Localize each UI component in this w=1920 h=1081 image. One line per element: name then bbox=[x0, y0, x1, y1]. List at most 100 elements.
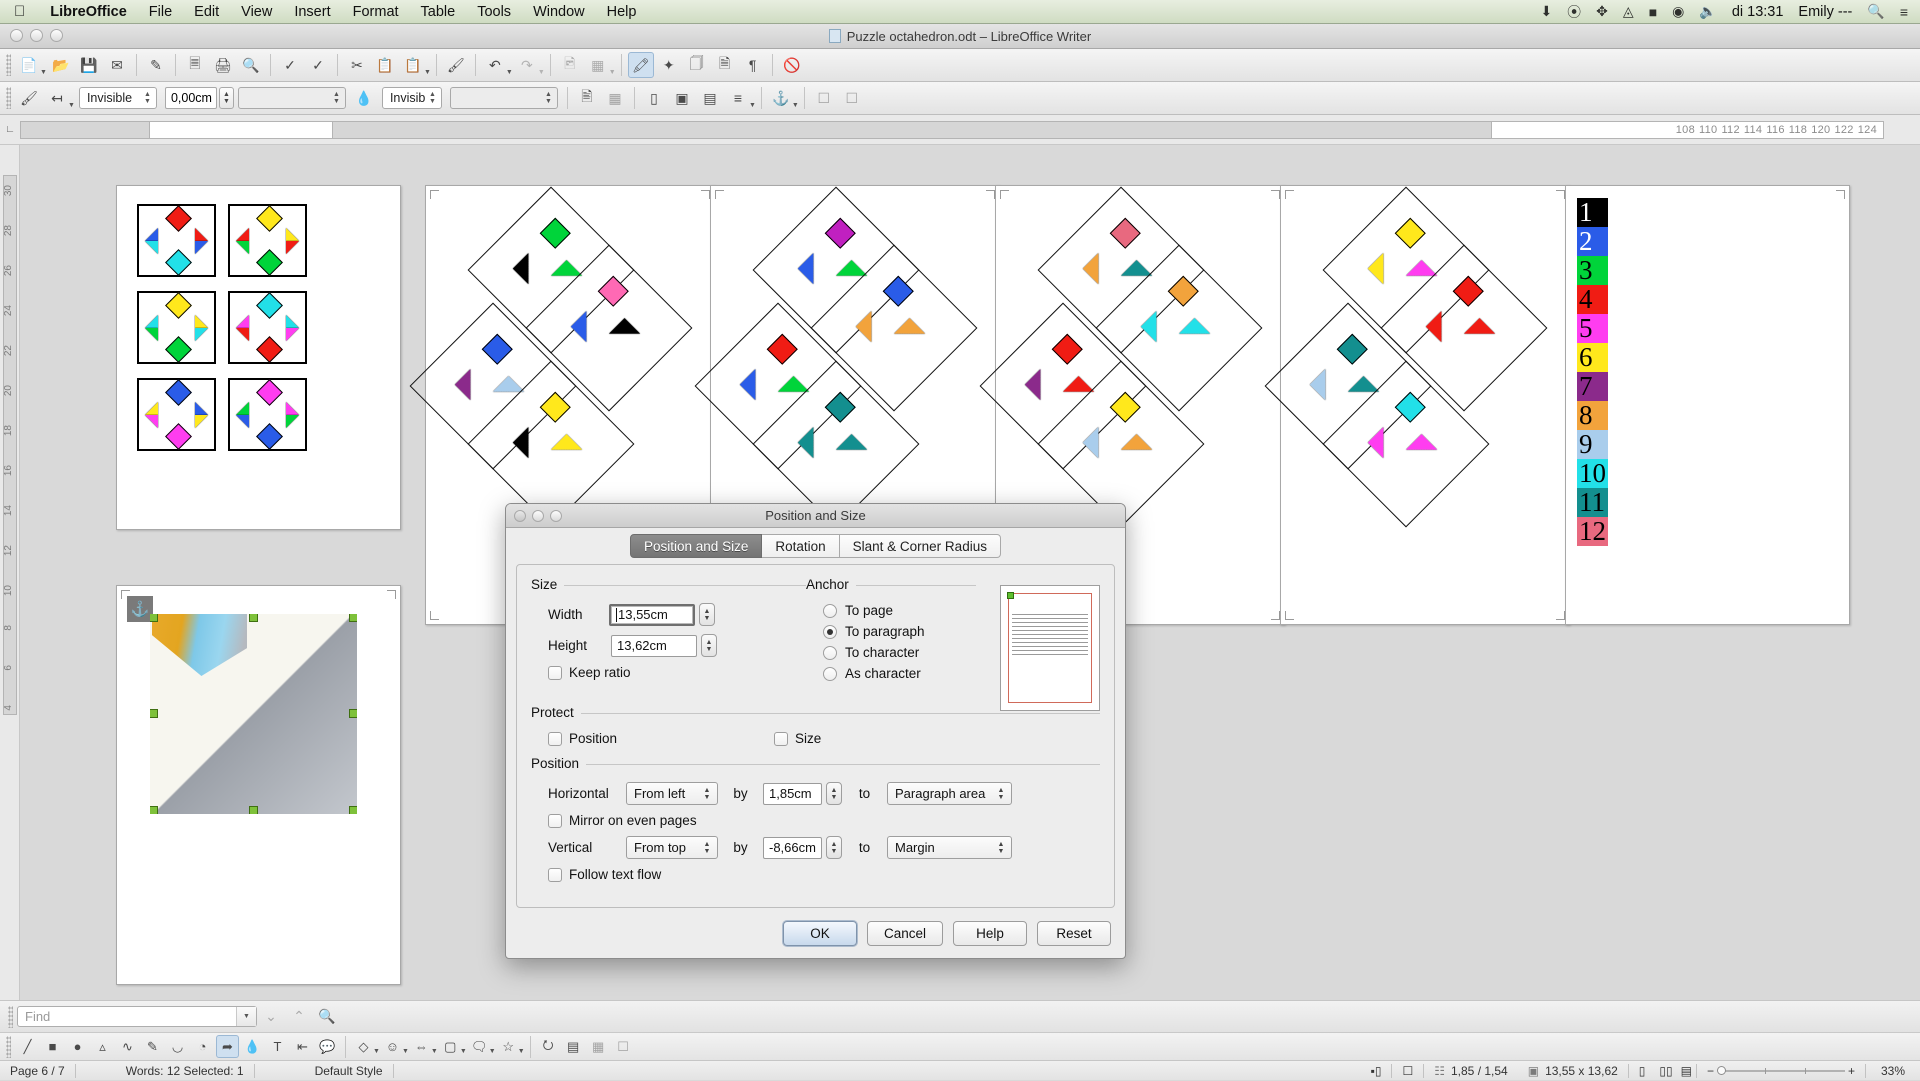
find-previous-icon[interactable]: ⌃ bbox=[286, 1004, 312, 1030]
insert-field-icon[interactable]: 🗍 bbox=[684, 52, 710, 78]
menu-tools[interactable]: Tools bbox=[466, 0, 522, 24]
print-preview-icon[interactable]: 🔍 bbox=[238, 52, 264, 78]
find-history-dropdown-icon[interactable]: ▼ bbox=[236, 1007, 256, 1026]
open-document-icon[interactable]: 📂 bbox=[48, 52, 74, 78]
vertical-by-stepper[interactable]: ▲ ▼ bbox=[826, 836, 842, 859]
search-icon[interactable]: 🔍 bbox=[1867, 3, 1884, 20]
insert-image-icon[interactable]: 🖻 bbox=[557, 52, 583, 78]
arrow-style-icon[interactable]: ↤ bbox=[44, 85, 70, 111]
battery-icon[interactable]: ■ bbox=[1649, 4, 1657, 20]
shadow-icon[interactable]: ▦ bbox=[602, 85, 628, 111]
symbol-shapes-icon[interactable]: ☺ bbox=[381, 1035, 404, 1058]
line-color-combo[interactable]: ▲ ▼ bbox=[237, 87, 346, 109]
find-input[interactable]: Find ▼ bbox=[17, 1006, 257, 1027]
status-size[interactable]: ▣ 13,55 x 13,62 bbox=[1518, 1061, 1628, 1081]
document-page-numbers[interactable]: 1 2 3 4 5 6 7 8 9 10 11 12 bbox=[1565, 185, 1850, 625]
bluetooth-icon[interactable]: ✥ bbox=[1596, 3, 1608, 20]
horizontal-ruler[interactable]: 108 110 112 114 116 118 120 122 124 bbox=[20, 120, 1884, 139]
tab-position-and-size[interactable]: Position and Size bbox=[630, 534, 763, 558]
resize-handle-sw[interactable] bbox=[150, 806, 158, 814]
menu-view[interactable]: View bbox=[230, 0, 283, 24]
align-icon[interactable]: ≡ bbox=[725, 85, 751, 111]
vertical-to-select-arrows[interactable]: ▲ ▼ bbox=[994, 841, 1008, 855]
new-document-icon[interactable]: 📄 bbox=[16, 52, 42, 78]
clone-formatting-icon[interactable]: 🖌 bbox=[443, 52, 469, 78]
toolbar-grip[interactable] bbox=[6, 1035, 11, 1058]
document-page-photo[interactable]: ⚓ bbox=[116, 585, 401, 985]
find-next-icon[interactable]: ⌄ bbox=[258, 1004, 284, 1030]
wrap-off-icon[interactable]: ▯ bbox=[641, 85, 667, 111]
area-style-stepper[interactable]: ▲ ▼ bbox=[426, 88, 439, 108]
horizontal-to-select[interactable]: Paragraph area ▲ ▼ bbox=[887, 782, 1012, 805]
height-input[interactable]: 13,62cm bbox=[611, 634, 697, 657]
vertical-by-input[interactable]: -8,66cm bbox=[763, 836, 822, 859]
horizontal-to-select-arrows[interactable]: ▲ ▼ bbox=[994, 787, 1008, 801]
cut-icon[interactable]: ✂ bbox=[344, 52, 370, 78]
menu-insert[interactable]: Insert bbox=[283, 0, 341, 24]
alignment-icon[interactable]: ▤ bbox=[562, 1035, 585, 1058]
document-modified-icon[interactable]: ☐ bbox=[1392, 1061, 1423, 1081]
puzzle-card[interactable] bbox=[228, 204, 307, 277]
resize-handle-ne[interactable] bbox=[349, 614, 357, 622]
horizontal-select[interactable]: From left ▲ ▼ bbox=[626, 782, 718, 805]
dialog-close-button[interactable] bbox=[514, 510, 526, 522]
menu-libreoffice[interactable]: LibreOffice bbox=[39, 0, 138, 24]
selected-image[interactable] bbox=[150, 614, 357, 814]
show-draw-functions-icon[interactable]: 🖍 bbox=[627, 52, 654, 78]
minimize-button[interactable] bbox=[30, 29, 43, 42]
list-icon[interactable]: ≡ bbox=[1900, 4, 1908, 20]
menu-clock[interactable]: di 13:31 bbox=[1732, 4, 1784, 20]
height-stepper[interactable]: ▲ ▼ bbox=[701, 634, 717, 657]
resize-handle-w[interactable] bbox=[150, 709, 158, 718]
status-position[interactable]: ☷ 1,85 / 1,54 bbox=[1424, 1061, 1517, 1081]
paste-icon[interactable]: 📋 bbox=[400, 52, 426, 78]
freeform-line-tool-icon[interactable]: ✎ bbox=[141, 1035, 164, 1058]
block-arrows-icon[interactable]: ⇔ bbox=[410, 1035, 433, 1058]
line-tool-icon[interactable]: ╱ bbox=[16, 1035, 39, 1058]
protect-position-checkbox[interactable] bbox=[548, 731, 562, 746]
help-icon[interactable]: 🚫 bbox=[779, 52, 805, 78]
reset-button[interactable]: Reset bbox=[1037, 921, 1111, 946]
clock-icon[interactable]: ◉ bbox=[1672, 3, 1684, 20]
tab-rotation[interactable]: Rotation bbox=[762, 534, 840, 558]
vertical-select-arrows[interactable]: ▲ ▼ bbox=[700, 841, 714, 855]
menu-table[interactable]: Table bbox=[410, 0, 467, 24]
dialog-window-controls[interactable] bbox=[514, 510, 562, 522]
ruler-corner-icon[interactable]: ∟ bbox=[0, 115, 20, 145]
toolbar-grip[interactable] bbox=[6, 87, 11, 109]
callout-tool-icon[interactable]: 💬 bbox=[316, 1035, 339, 1058]
vertical-text-icon[interactable]: ⇤ bbox=[291, 1035, 314, 1058]
puzzle-card[interactable] bbox=[228, 378, 307, 451]
horizontal-select-arrows[interactable]: ▲ ▼ bbox=[700, 787, 714, 801]
window-controls[interactable] bbox=[10, 29, 63, 42]
anchor-to-character-radio[interactable] bbox=[823, 645, 837, 660]
export-pdf-icon[interactable]: 🗏 bbox=[182, 52, 208, 78]
polygon-tool-icon[interactable]: ▵ bbox=[91, 1035, 114, 1058]
menu-help[interactable]: Help bbox=[596, 0, 648, 24]
anchor-toolbar-icon[interactable]: ⚓ bbox=[768, 85, 794, 111]
menu-file[interactable]: File bbox=[138, 0, 183, 24]
anchor-as-character-radio[interactable] bbox=[823, 666, 837, 681]
area-style-filling-icon[interactable]: 🖹 bbox=[574, 85, 600, 111]
vertical-ruler[interactable]: 4 6 8 10 12 14 16 18 20 22 24 26 28 30 bbox=[0, 145, 20, 1000]
keep-ratio-checkbox[interactable] bbox=[548, 665, 562, 680]
area-fill-stepper[interactable]: ▲ ▼ bbox=[542, 88, 555, 108]
resize-handle-se[interactable] bbox=[349, 806, 357, 814]
status-page[interactable]: Page 6 / 7 bbox=[0, 1061, 75, 1081]
close-button[interactable] bbox=[10, 29, 23, 42]
print-icon[interactable]: 🖨 bbox=[210, 52, 236, 78]
line-style-combo[interactable]: Invisible ▲ ▼ bbox=[78, 87, 157, 109]
width-stepper[interactable]: ▲ ▼ bbox=[699, 603, 715, 626]
autospellcheck-icon[interactable]: ✓ bbox=[305, 52, 331, 78]
status-words[interactable]: Words: 12 Selected: 1 bbox=[76, 1061, 254, 1081]
document-page-net-4[interactable] bbox=[1264, 185, 1570, 625]
selection-mode-icon[interactable]: ▪▯ bbox=[1361, 1061, 1392, 1081]
to-background-icon[interactable]: ☐ bbox=[612, 1035, 635, 1058]
zoom-slider[interactable]: − + bbox=[1697, 1061, 1865, 1081]
insert-table-icon[interactable]: ▦ bbox=[585, 52, 611, 78]
insert-text-box-icon[interactable]: T bbox=[266, 1035, 289, 1058]
zoom-in-button[interactable]: + bbox=[1848, 1064, 1855, 1078]
vertical-select[interactable]: From top ▲ ▼ bbox=[626, 836, 718, 859]
rotate-tool-icon[interactable]: ⭮ bbox=[537, 1035, 560, 1058]
edit-mode-icon[interactable]: ✎ bbox=[143, 52, 169, 78]
